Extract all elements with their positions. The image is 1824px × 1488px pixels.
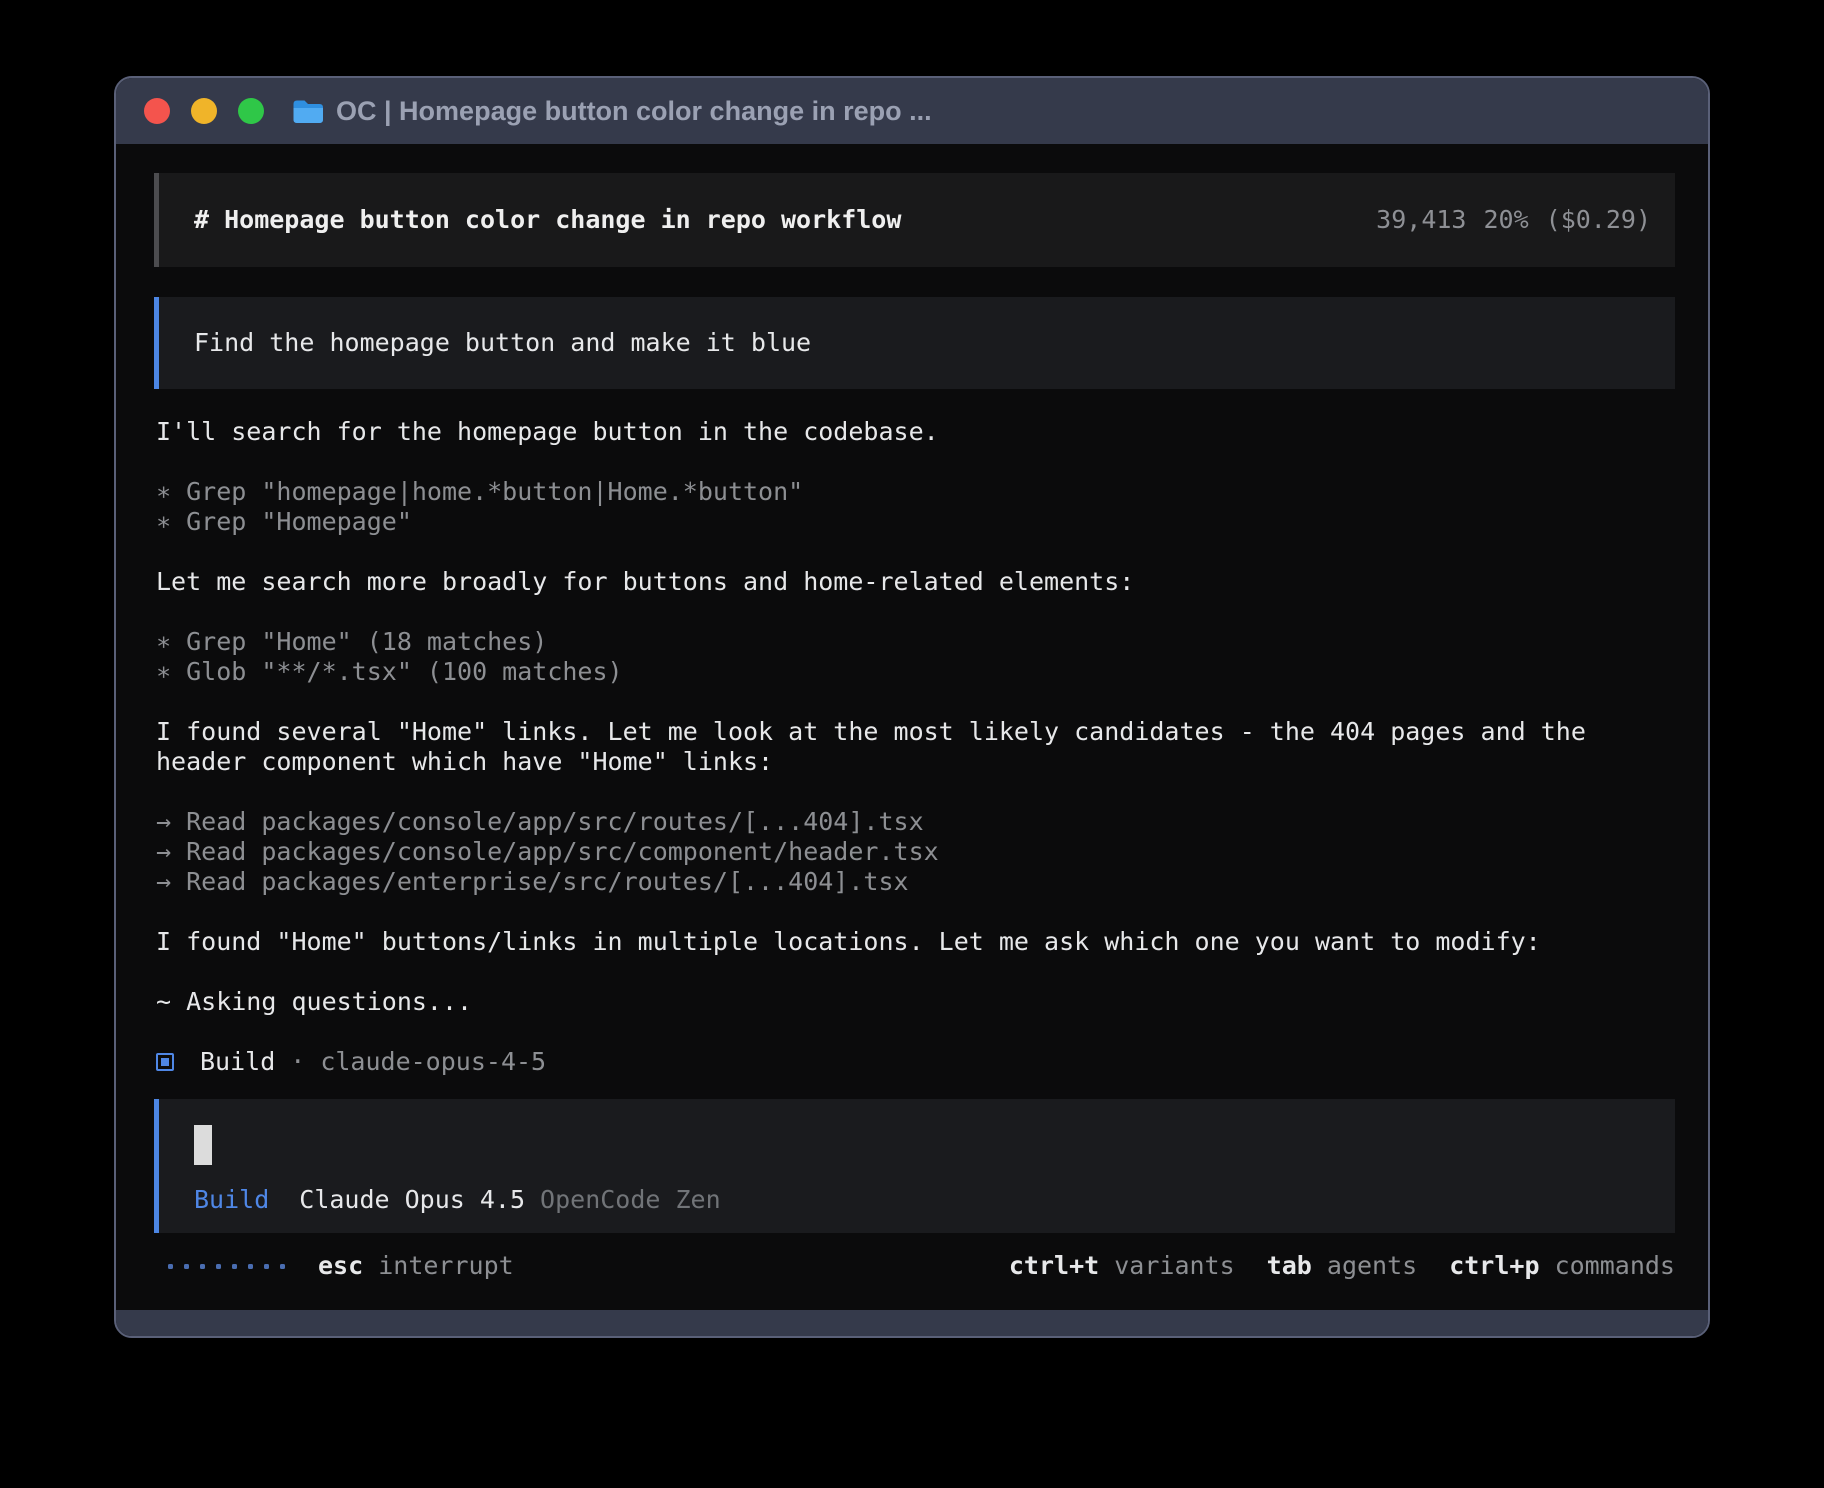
tool-call-read: → Read packages/console/app/src/componen… <box>156 837 1675 867</box>
model-row: Build Claude Opus 4.5 OpenCode Zen <box>194 1185 1640 1215</box>
window-controls <box>144 98 264 124</box>
tool-call-glob: ∗ Glob "**/*.tsx" (100 matches) <box>156 657 1675 687</box>
working-status: ~ Asking questions... <box>156 987 1675 1017</box>
folder-icon <box>292 99 323 124</box>
assistant-text: header component which have "Home" links… <box>156 747 1675 777</box>
model-name[interactable]: Claude Opus 4.5 <box>299 1185 525 1215</box>
hint-interrupt: esc interrupt <box>318 1251 514 1281</box>
close-button[interactable] <box>144 98 170 124</box>
window-bottom-strip <box>116 1310 1708 1336</box>
session-cost: ($0.29) <box>1546 205 1651 235</box>
token-count: 39,413 <box>1376 205 1466 235</box>
mode-indicator[interactable]: Build <box>194 1185 269 1215</box>
assistant-text: I'll search for the homepage button in t… <box>156 417 1675 447</box>
maximize-button[interactable] <box>238 98 264 124</box>
user-message: Find the homepage button and make it blu… <box>154 297 1675 389</box>
agent-model: claude-opus-4-5 <box>320 1047 546 1077</box>
user-message-text: Find the homepage button and make it blu… <box>194 328 811 358</box>
terminal-content: # Homepage button color change in repo w… <box>116 144 1708 1310</box>
session-stats: 39,413 20% ($0.29) <box>1376 205 1651 235</box>
provider-name: OpenCode Zen <box>540 1185 721 1215</box>
tool-call-group: → Read packages/console/app/src/routes/[… <box>156 807 1675 897</box>
activity-dots-icon <box>168 1264 285 1269</box>
agent-line: Build · claude-opus-4-5 <box>156 1047 1675 1077</box>
prompt-input[interactable]: Build Claude Opus 4.5 OpenCode Zen <box>154 1099 1675 1233</box>
context-percentage: 20% <box>1483 205 1528 235</box>
session-title: # Homepage button color change in repo w… <box>194 205 901 235</box>
status-bar: esc interrupt ctrl+t variants tab agents… <box>156 1251 1675 1281</box>
status-bar-left: esc interrupt <box>156 1251 514 1281</box>
terminal-window: OC | Homepage button color change in rep… <box>114 76 1710 1338</box>
tool-call-group: ∗ Grep "Home" (18 matches) ∗ Glob "**/*.… <box>156 627 1675 687</box>
assistant-text: I found "Home" buttons/links in multiple… <box>156 927 1675 957</box>
minimize-button[interactable] <box>191 98 217 124</box>
assistant-text: I found several "Home" links. Let me loo… <box>156 717 1675 747</box>
window-titlebar: OC | Homepage button color change in rep… <box>116 78 1708 144</box>
assistant-paragraph: I found several "Home" links. Let me loo… <box>156 717 1675 777</box>
separator-dot: · <box>290 1047 305 1077</box>
hint-variants: ctrl+t variants <box>1009 1251 1235 1281</box>
tool-call-grep: ∗ Grep "homepage|home.*button|Home.*butt… <box>156 477 1675 507</box>
status-bar-right: ctrl+t variants tab agents ctrl+p comman… <box>977 1251 1675 1281</box>
agent-icon <box>156 1053 174 1071</box>
agent-name: Build <box>200 1047 275 1077</box>
session-header: # Homepage button color change in repo w… <box>154 173 1675 267</box>
tool-call-read: → Read packages/console/app/src/routes/[… <box>156 807 1675 837</box>
window-title: OC | Homepage button color change in rep… <box>336 96 932 127</box>
text-cursor <box>194 1125 212 1165</box>
hint-commands: ctrl+p commands <box>1449 1251 1675 1281</box>
tool-call-grep: ∗ Grep "Home" (18 matches) <box>156 627 1675 657</box>
assistant-text: Let me search more broadly for buttons a… <box>156 567 1675 597</box>
hint-agents: tab agents <box>1267 1251 1418 1281</box>
tool-call-group: ∗ Grep "homepage|home.*button|Home.*butt… <box>156 477 1675 537</box>
tool-call-read: → Read packages/enterprise/src/routes/[.… <box>156 867 1675 897</box>
tool-call-grep: ∗ Grep "Homepage" <box>156 507 1675 537</box>
